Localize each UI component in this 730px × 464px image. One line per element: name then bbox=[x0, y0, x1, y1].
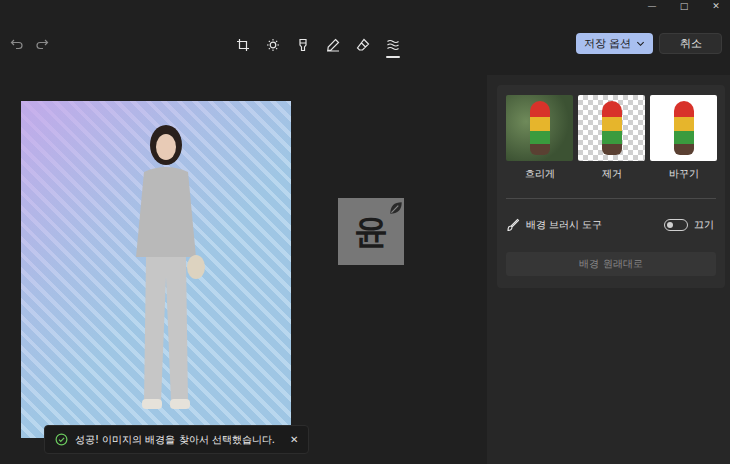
tool-button[interactable] bbox=[326, 37, 340, 51]
pen-icon bbox=[326, 38, 340, 52]
undo-icon[interactable] bbox=[10, 37, 24, 51]
save-options-button[interactable]: 저장 옵션 bbox=[576, 33, 654, 54]
title-bar: — □ ✕ bbox=[0, 0, 730, 12]
divider bbox=[506, 198, 716, 199]
photo-editor-window: — □ ✕ 저장 옵션취소윤성공! 이미지의 배경을 찾아서 선택했습니다. ✕ 흐리게제… bbox=[0, 0, 730, 464]
watermark-logo: 윤 bbox=[338, 198, 404, 265]
brush-tool-row: 배경 브러시 도구끄기 bbox=[506, 214, 716, 236]
background-icon bbox=[386, 38, 400, 52]
redo-icon[interactable] bbox=[35, 37, 49, 51]
cancel-button[interactable]: 취소 bbox=[659, 33, 722, 54]
chevron-down-icon bbox=[636, 39, 645, 48]
success-check-icon bbox=[55, 433, 68, 446]
canvas-area: 윤성공! 이미지의 배경을 찾아서 선택했습니다. ✕ bbox=[0, 75, 487, 464]
brush-toggle[interactable] bbox=[664, 219, 688, 231]
image-preview[interactable] bbox=[21, 101, 291, 438]
crop-icon bbox=[236, 38, 250, 52]
side-pane: 흐리게제거바꾸기배경 브러시 도구끄기배경 원래대로 bbox=[487, 75, 730, 464]
history-group bbox=[10, 37, 236, 51]
tool-button[interactable] bbox=[296, 37, 310, 51]
tool-button[interactable] bbox=[236, 37, 250, 51]
option-thumbnail bbox=[650, 95, 717, 161]
selected-indicator bbox=[386, 56, 400, 58]
parrot-photo bbox=[602, 101, 622, 155]
toolbar: 저장 옵션취소 bbox=[0, 12, 730, 75]
toast-message: 성공! 이미지의 배경을 찾아서 선택했습니다. bbox=[75, 433, 275, 447]
brush-icon bbox=[506, 218, 520, 232]
window-control[interactable]: ✕ bbox=[710, 0, 722, 12]
background-option[interactable]: 바꾸기 bbox=[650, 95, 717, 181]
tool-button[interactable] bbox=[386, 37, 400, 51]
background-options: 흐리게제거바꾸기 bbox=[506, 95, 716, 181]
editor-body: 윤성공! 이미지의 배경을 찾아서 선택했습니다. ✕ 흐리게제거바꾸기배경 브러시… bbox=[0, 75, 730, 464]
toast-close-button[interactable]: ✕ bbox=[290, 434, 298, 445]
tool-button[interactable] bbox=[266, 37, 280, 51]
tool-button[interactable] bbox=[356, 37, 370, 51]
reset-background-button[interactable]: 배경 원래대로 bbox=[506, 252, 716, 276]
parrot-photo bbox=[530, 101, 550, 155]
brightness-icon bbox=[266, 38, 280, 52]
eraser-icon bbox=[356, 38, 370, 52]
background-option[interactable]: 제거 bbox=[578, 95, 645, 181]
parrot-photo bbox=[674, 101, 694, 155]
window-control[interactable]: — bbox=[646, 0, 658, 12]
action-group: 저장 옵션취소 bbox=[576, 33, 723, 54]
photo-subject bbox=[116, 117, 216, 417]
tool-group bbox=[236, 37, 400, 51]
background-panel: 흐리게제거바꾸기배경 브러시 도구끄기배경 원래대로 bbox=[497, 85, 725, 288]
window-control[interactable]: □ bbox=[678, 0, 690, 12]
option-thumbnail bbox=[506, 95, 573, 161]
success-toast: 성공! 이미지의 배경을 찾아서 선택했습니다. ✕ bbox=[44, 425, 309, 454]
background-option[interactable]: 흐리게 bbox=[506, 95, 573, 181]
option-thumbnail bbox=[578, 95, 645, 161]
leaf-icon bbox=[388, 200, 404, 216]
marker-icon bbox=[296, 38, 310, 52]
